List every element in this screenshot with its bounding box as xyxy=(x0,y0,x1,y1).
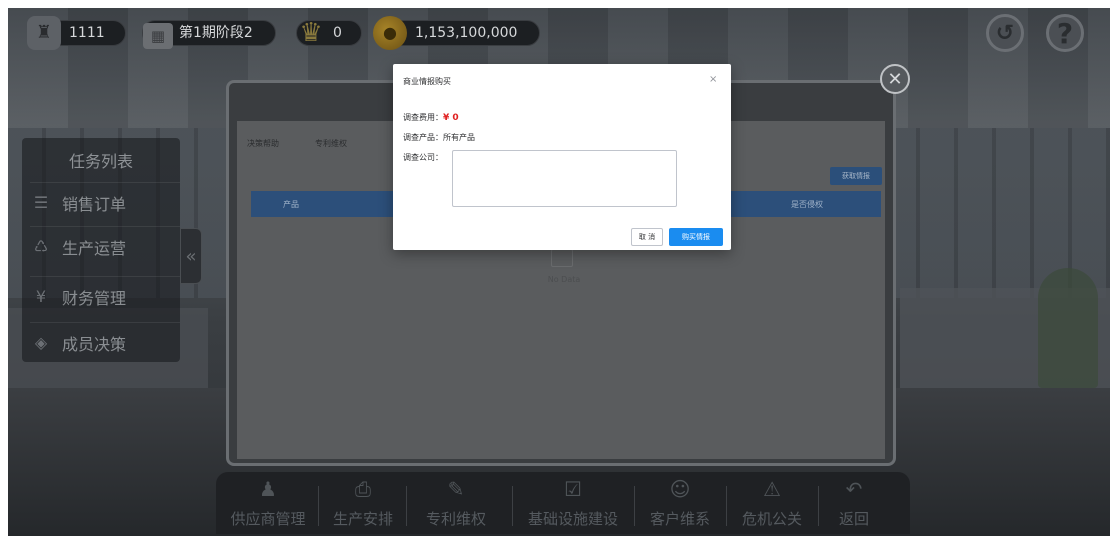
coin-icon: ● xyxy=(373,16,407,50)
panel-close-button[interactable]: ✕ xyxy=(880,64,910,94)
toolbar-back[interactable]: ↶ 返回 xyxy=(824,476,884,532)
toolbar-label: 供应商管理 xyxy=(230,510,306,528)
toolbar-divider xyxy=(634,486,635,526)
empty-box-icon xyxy=(551,249,573,267)
period-label: 第1期阶段2 xyxy=(179,25,253,41)
help-button[interactable]: ? xyxy=(1046,14,1084,52)
cancel-button[interactable]: 取 消 xyxy=(631,228,663,246)
product-label: 调查产品： xyxy=(403,133,443,142)
toolbar-divider xyxy=(406,486,407,526)
plant xyxy=(1038,268,1098,388)
close-icon: ✕ xyxy=(887,68,903,90)
toolbar-label: 专利维权 xyxy=(425,510,486,528)
yen-icon: ¥ xyxy=(35,287,47,306)
fee-label: 调查费用： xyxy=(403,113,443,122)
company-textarea[interactable] xyxy=(452,150,677,207)
toolbar-customer-retention[interactable]: ☺ 客户维系 xyxy=(640,476,720,532)
toolbar-label: 生产安排 xyxy=(332,510,393,528)
fee-value: ¥ 0 xyxy=(443,113,459,123)
supplier-icon: ♟ xyxy=(259,477,277,501)
column-header-product: 产品 xyxy=(283,200,299,209)
sidebar-item-production[interactable]: ♺ 生产运营 xyxy=(30,226,180,266)
user-avatar-icon: ♜ xyxy=(27,16,61,50)
printer-icon: ⎙ xyxy=(355,477,371,501)
user-id-badge: ♜ 1111 xyxy=(27,16,126,50)
sidebar-item-sales-orders[interactable]: ☰ 销售订单 xyxy=(30,182,180,222)
money-badge: ● 1,153,100,000 xyxy=(373,16,540,50)
layers-icon: ◈ xyxy=(34,333,48,352)
get-intel-button[interactable]: 获取情报 xyxy=(830,167,882,185)
toolbar-label: 客户维系 xyxy=(649,510,710,528)
task-list-title: 任务列表 xyxy=(68,152,133,171)
toolbar-patent-defense[interactable]: ✎ 专利维权 xyxy=(412,476,500,532)
product-row: 调查产品：所有产品 xyxy=(403,132,475,143)
sidebar-item-label: 财务管理 xyxy=(62,288,127,308)
empty-text: No Data xyxy=(547,275,581,284)
customer-icon: ☺ xyxy=(669,477,691,501)
calendar-icon: ▦ xyxy=(143,23,173,49)
sidebar-item-member-decisions[interactable]: ◈ 成员决策 xyxy=(30,322,180,362)
column-header-infringement: 是否侵权 xyxy=(791,200,823,209)
company-label: 调查公司： xyxy=(403,153,443,162)
help-icon: ? xyxy=(1056,16,1074,50)
toolbar-label: 返回 xyxy=(838,510,869,528)
user-id: 1111 xyxy=(69,25,105,41)
toolbar-divider xyxy=(318,486,319,526)
sidebar-item-label: 成员决策 xyxy=(62,334,127,354)
patent-icon: ✎ xyxy=(447,477,465,501)
product-value: 所有产品 xyxy=(443,133,475,142)
tab-patent-defense[interactable]: 专利维权 xyxy=(315,138,347,149)
toolbar-production-schedule[interactable]: ⎙ 生产安排 xyxy=(324,476,402,532)
top-border xyxy=(0,0,1110,8)
trophy-count: 0 xyxy=(333,25,342,41)
toolbar-divider xyxy=(512,486,513,526)
history-icon: ↺ xyxy=(995,20,1015,46)
trophy-icon: ♛ xyxy=(299,18,323,48)
sidebar-item-finance[interactable]: ¥ 财务管理 xyxy=(30,276,180,316)
sidebar-item-label: 生产运营 xyxy=(62,238,127,258)
back-arrow-icon: ↶ xyxy=(845,477,863,501)
checklist-icon: ☑ xyxy=(564,477,582,501)
toolbar-divider xyxy=(818,486,819,526)
history-button[interactable]: ↺ xyxy=(986,14,1024,52)
panel-tabs: 决策帮助 专利维权 xyxy=(247,138,347,149)
toolbar-supplier-management[interactable]: ♟ 供应商管理 xyxy=(224,476,312,532)
document-icon: ☰ xyxy=(33,193,49,212)
period-badge: ▦ 第1期阶段2 xyxy=(142,20,276,49)
fee-row: 调查费用：¥ 0 xyxy=(403,112,459,123)
recycle-icon: ♺ xyxy=(33,237,49,256)
dialog-close-button[interactable]: × xyxy=(709,74,717,85)
tab-decision-help[interactable]: 决策帮助 xyxy=(247,138,279,149)
money-amount: 1,153,100,000 xyxy=(415,25,518,41)
alarm-icon: ⚠ xyxy=(763,477,781,501)
dialog-title: 商业情报购买 xyxy=(403,77,451,86)
toolbar-label: 基础设施建设 xyxy=(527,510,618,528)
chevron-left-icon: « xyxy=(185,245,197,267)
toolbar-label: 危机公关 xyxy=(741,510,802,528)
toolbar-crisis-pr[interactable]: ⚠ 危机公关 xyxy=(732,476,812,532)
sidebar-collapse-button[interactable]: « xyxy=(180,228,202,284)
intel-purchase-dialog: 商业情报购买 × 调查费用：¥ 0 调查产品：所有产品 调查公司： 取 消 购买… xyxy=(393,64,731,250)
toolbar-infrastructure[interactable]: ☑ 基础设施建设 xyxy=(518,476,628,532)
toolbar-divider xyxy=(726,486,727,526)
trophy-badge: ♛ 0 xyxy=(296,20,362,46)
left-border xyxy=(0,0,8,536)
sidebar-item-label: 销售订单 xyxy=(62,194,127,214)
buy-intel-button[interactable]: 购买情报 xyxy=(669,228,723,246)
